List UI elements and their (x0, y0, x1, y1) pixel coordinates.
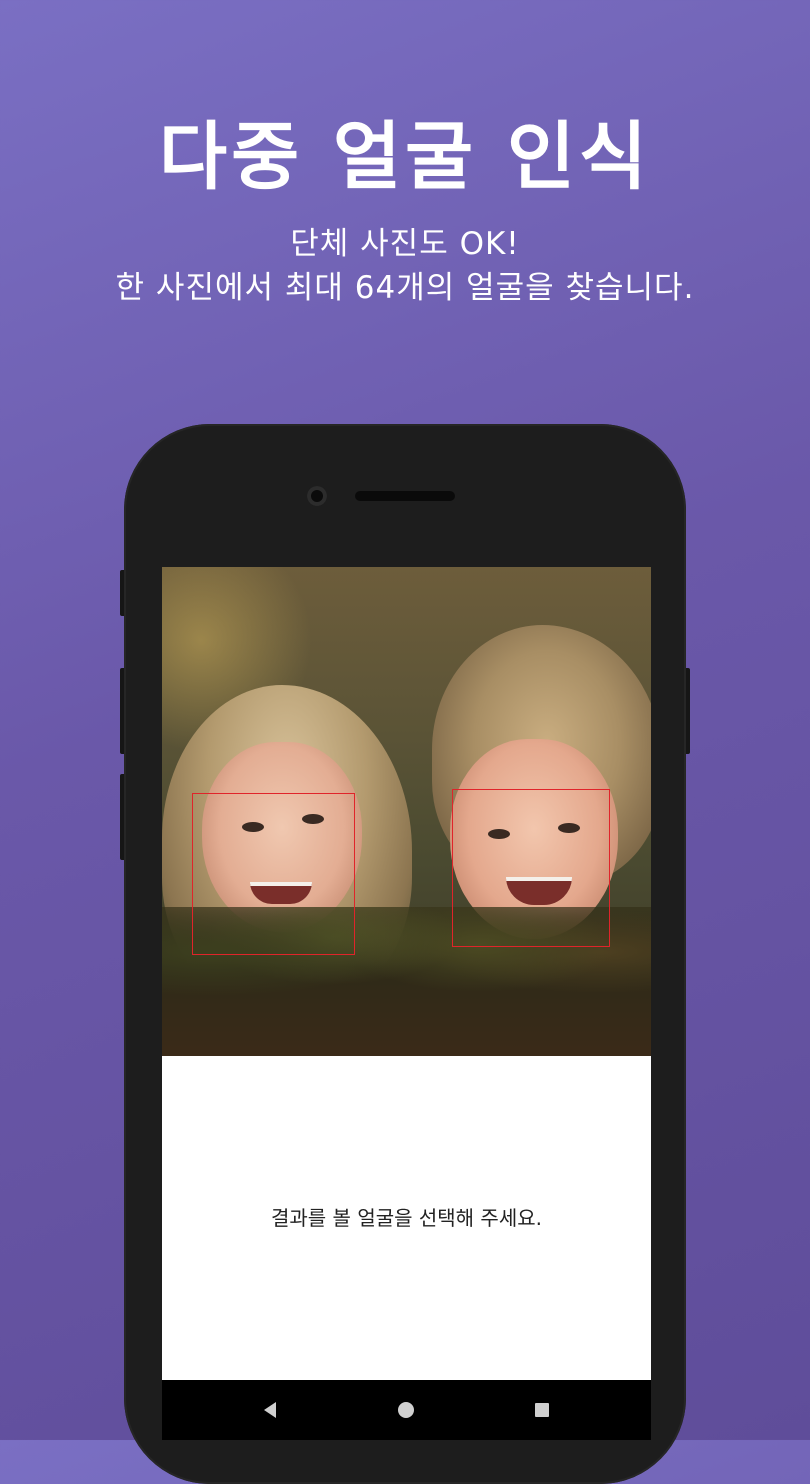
promo-subtitle-line2: 한 사진에서 최대 64개의 얼굴을 찾습니다. (115, 270, 695, 306)
front-camera-icon (307, 486, 327, 506)
back-triangle-icon[interactable] (240, 1380, 300, 1440)
earpiece-speaker (355, 491, 455, 501)
analyzed-photo (162, 567, 651, 1056)
face-detection-box-2[interactable] (452, 789, 610, 947)
promo-headline: 다중 얼굴 인식 (158, 114, 651, 200)
face-detection-box-1[interactable] (192, 793, 355, 955)
home-circle-icon[interactable] (376, 1380, 436, 1440)
recents-square-icon[interactable] (512, 1380, 572, 1440)
promo-subtitle-line1: 단체 사진도 OK! (290, 226, 520, 262)
select-face-prompt: 결과를 볼 얼굴을 선택해 주세요. (271, 1206, 542, 1230)
android-navigation-bar (162, 1380, 651, 1440)
phone-screen: 결과를 볼 얼굴을 선택해 주세요. (162, 567, 651, 1440)
